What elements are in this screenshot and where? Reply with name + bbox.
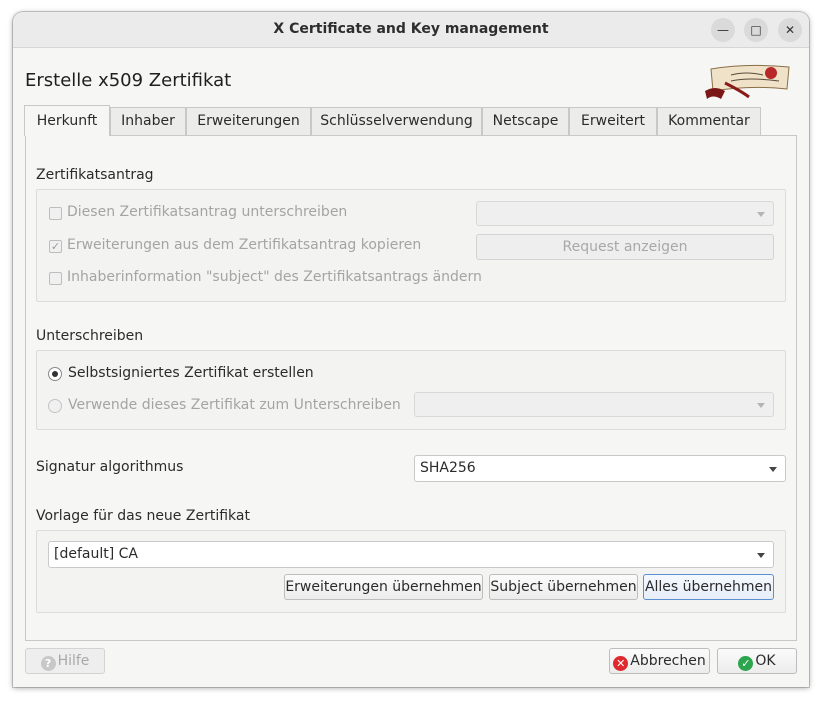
sign-request-checkbox[interactable] [49, 207, 62, 220]
minimize-icon: — [717, 23, 729, 37]
signing-section-heading: Unterschreiben [36, 328, 144, 344]
self-signed-radio[interactable] [48, 367, 62, 381]
modify-subject-label: Inhaberinformation "subject" des Zertifi… [67, 269, 482, 285]
signature-algorithm-value: SHA256 [420, 460, 476, 476]
maximize-icon: □ [750, 23, 762, 37]
show-request-button[interactable]: Request anzeigen [476, 234, 774, 260]
checkmark-icon: ✓ [50, 240, 61, 253]
template-select[interactable]: [default] CA [48, 541, 774, 568]
help-icon: ? [40, 656, 56, 671]
apply-extensions-button[interactable]: Erweiterungen übernehmen [284, 574, 483, 600]
signer-certificate-select[interactable] [414, 392, 774, 417]
window-title: X Certificate and Key management [273, 21, 549, 37]
signature-algorithm-label: Signatur algorithmus [36, 459, 184, 475]
template-section-heading: Vorlage für das neue Zertifikat [36, 508, 250, 524]
apply-subject-button[interactable]: Subject übernehmen [489, 574, 638, 600]
help-button[interactable]: ? Hilfe [25, 648, 105, 674]
chevron-down-icon [757, 403, 765, 408]
tab-erweitert[interactable]: Erweitert [569, 107, 657, 136]
close-button[interactable]: ✕ [778, 18, 802, 42]
ok-icon: ✓ [738, 656, 754, 671]
chevron-down-icon [769, 467, 777, 472]
ok-button[interactable]: ✓ OK [717, 648, 797, 674]
modify-subject-checkbox[interactable] [49, 272, 62, 285]
dialog-window: X Certificate and Key management — □ ✕ E… [13, 12, 809, 687]
self-signed-label: Selbstsigniertes Zertifikat erstellen [68, 365, 314, 381]
maximize-button[interactable]: □ [744, 18, 768, 42]
template-select-value: [default] CA [54, 546, 138, 562]
tab-schluesselverwendung[interactable]: Schlüsselverwendung [311, 107, 482, 136]
help-button-label: Hilfe [57, 653, 90, 669]
cancel-icon: ✕ [613, 656, 629, 671]
chevron-down-icon [757, 212, 765, 217]
chevron-down-icon [757, 553, 765, 558]
template-group: [default] CA Erweiterungen übernehmen Su… [36, 530, 786, 613]
minimize-button[interactable]: — [711, 18, 735, 42]
signing-group: Selbstsigniertes Zertifikat erstellen Ve… [36, 350, 786, 430]
cancel-button[interactable]: ✕ Abbrechen [609, 648, 710, 674]
copy-extensions-checkbox[interactable]: ✓ [49, 240, 62, 253]
tab-herkunft[interactable]: Herkunft [24, 105, 110, 136]
tab-erweiterungen[interactable]: Erweiterungen [186, 107, 311, 136]
title-bar[interactable]: X Certificate and Key management — □ ✕ [13, 12, 809, 48]
dialog-heading: Erstelle x509 Zertifikat [25, 70, 232, 91]
sign-request-label: Diesen Zertifikatsantrag unterschreiben [67, 204, 348, 220]
request-select[interactable] [476, 201, 774, 226]
request-group: Diesen Zertifikatsantrag unterschreiben … [36, 189, 786, 302]
use-certificate-label: Verwende dieses Zertifikat zum Unterschr… [68, 397, 401, 413]
tab-inhaber[interactable]: Inhaber [110, 107, 186, 136]
ok-button-label: OK [755, 653, 776, 669]
cancel-button-label: Abbrechen [630, 653, 706, 669]
tab-netscape[interactable]: Netscape [482, 107, 569, 136]
copy-extensions-label: Erweiterungen aus dem Zertifikatsantrag … [67, 237, 422, 253]
request-section-heading: Zertifikatsantrag [36, 167, 154, 183]
use-certificate-radio[interactable] [48, 399, 62, 413]
apply-all-button[interactable]: Alles übernehmen [643, 574, 774, 600]
tab-panel-herkunft: Zertifikatsantrag Diesen Zertifikatsantr… [25, 135, 797, 641]
xca-scroll-logo-icon [705, 64, 790, 99]
close-icon: ✕ [784, 23, 796, 37]
tab-kommentar[interactable]: Kommentar [657, 107, 761, 136]
signature-algorithm-select[interactable]: SHA256 [414, 455, 786, 482]
